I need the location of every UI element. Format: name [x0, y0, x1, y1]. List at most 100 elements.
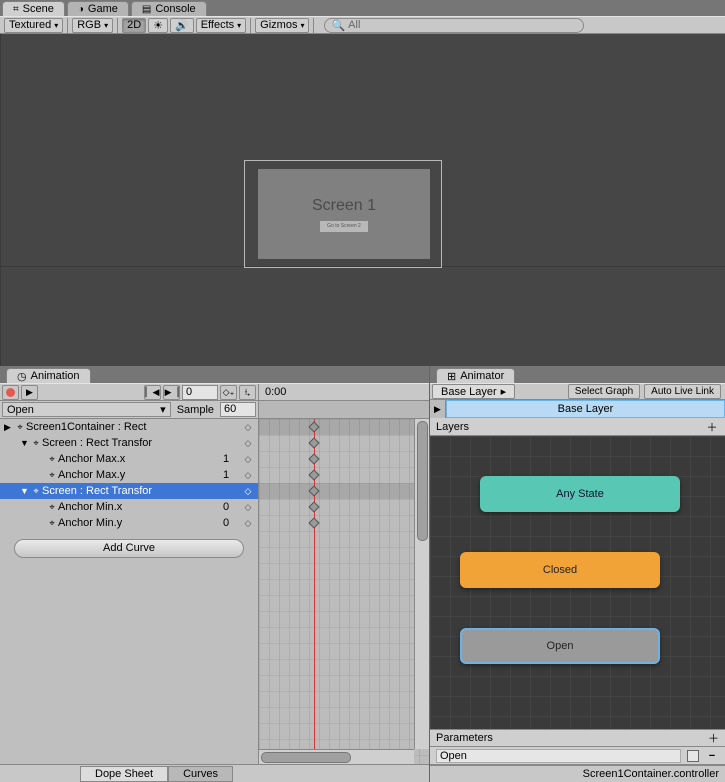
hierarchy-row[interactable]: ▶⌖Screen1Container : Rect ◇ — [0, 419, 258, 435]
tab-game[interactable]: ◑Game — [67, 1, 129, 16]
hierarchy-row[interactable]: ⌖Anchor Min.y0◇ — [0, 515, 258, 531]
tab-dopesheet[interactable]: Dope Sheet — [80, 766, 168, 782]
key-toggle[interactable]: ◇ — [238, 438, 258, 449]
transform-icon: ⌖ — [30, 486, 42, 497]
property-value: 1 — [214, 453, 238, 465]
state-open[interactable]: Open — [460, 628, 660, 664]
select-graph-button[interactable]: Select Graph — [568, 384, 640, 399]
search-placeholder: All — [348, 19, 360, 31]
transform-icon: ⌖ — [46, 470, 58, 481]
prev-key-button[interactable]: ▏◀ — [144, 385, 161, 400]
parameter-bool-checkbox[interactable] — [687, 750, 699, 762]
expand-toggle[interactable]: ▶ — [4, 422, 14, 433]
state-closed[interactable]: Closed — [460, 552, 660, 588]
toggle-audio[interactable]: 🔊 — [170, 18, 194, 33]
key-toggle[interactable]: ◇ — [238, 486, 258, 497]
key-toggle[interactable]: ◇ — [238, 502, 258, 513]
game-icon: ◑ — [78, 4, 84, 15]
scene-search[interactable]: 🔍All — [324, 18, 584, 33]
tab-animation[interactable]: ◷Animation — [6, 368, 91, 383]
rendermode-dropdown[interactable]: RGB — [72, 18, 113, 33]
dopesheet-grid — [259, 419, 429, 764]
expand-toggle[interactable]: ▼ — [20, 438, 30, 448]
tab-console[interactable]: ▤Console — [131, 1, 207, 16]
tab-curves[interactable]: Curves — [168, 766, 233, 782]
remove-parameter-button[interactable]: − — [705, 750, 719, 762]
separator — [250, 18, 251, 33]
key-toggle[interactable]: ◇ — [238, 518, 258, 529]
audio-icon: 🔊 — [175, 19, 189, 32]
record-button[interactable] — [2, 385, 19, 400]
add-curve-button[interactable]: Add Curve — [14, 539, 244, 558]
property-label: Screen1Container : Rect — [26, 421, 214, 433]
animation-tab-label: Animation — [31, 370, 80, 382]
scroll-thumb[interactable] — [261, 752, 351, 763]
hierarchy-row[interactable]: ⌖Anchor Min.x0◇ — [0, 499, 258, 515]
separator — [67, 18, 68, 33]
transform-icon: ⌖ — [46, 502, 58, 513]
clip-dropdown[interactable]: Open▾ — [2, 402, 171, 417]
add-keyframe-button[interactable]: ◇₊ — [220, 385, 237, 400]
frame-field[interactable]: 0 — [182, 385, 218, 400]
hierarchy-row[interactable]: ⌖Anchor Max.y1◇ — [0, 467, 258, 483]
animation-hierarchy[interactable]: ▶⌖Screen1Container : Rect◇▼⌖Screen : Rec… — [0, 419, 259, 764]
play-button[interactable]: ▶ — [21, 385, 38, 400]
scene-view[interactable]: Screen 1 Go to Screen 2 — [0, 34, 725, 366]
add-event-button[interactable]: ⍿₊ — [239, 385, 256, 400]
tab-scene[interactable]: ⌗Scene — [2, 1, 65, 16]
key-toggle[interactable]: ◇ — [238, 422, 258, 433]
key-toggle[interactable]: ◇ — [238, 454, 258, 465]
toggle-lighting[interactable]: ☀ — [148, 18, 168, 33]
dopesheet-row-shade — [259, 419, 429, 435]
animator-panel-tabs: ⊞Animator — [430, 366, 725, 383]
editor-tabstrip: ⌗Scene ◑Game ▤Console — [0, 0, 725, 16]
state-any[interactable]: Any State — [480, 476, 680, 512]
key-toggle[interactable]: ◇ — [238, 470, 258, 481]
gizmos-dropdown[interactable]: Gizmos — [255, 18, 309, 33]
add-parameter-button[interactable]: ＋ — [708, 730, 719, 746]
parameters-label: Parameters — [436, 732, 708, 744]
breadcrumb[interactable]: Base Layer▸ — [432, 384, 515, 399]
property-label: Anchor Min.x — [58, 501, 214, 513]
scene-ui-panel[interactable]: Screen 1 Go to Screen 2 — [258, 169, 430, 259]
property-value: 0 — [214, 501, 238, 513]
auto-live-link-toggle[interactable]: Auto Live Link — [644, 384, 721, 399]
layers-collapse-toggle[interactable]: ▶ — [430, 400, 446, 418]
animator-statusbar: Screen1Container.controller — [430, 765, 725, 782]
hierarchy-row[interactable]: ⌖Anchor Max.x1◇ — [0, 451, 258, 467]
layer-base[interactable]: Base Layer — [446, 400, 725, 418]
shading-dropdown[interactable]: Textured — [4, 18, 63, 33]
transform-icon: ⌖ — [30, 438, 42, 449]
animator-graph[interactable]: Any State Closed Open — [430, 436, 725, 729]
tab-animator[interactable]: ⊞Animator — [436, 368, 515, 383]
sample-field[interactable]: 60 — [220, 402, 256, 417]
add-layer-button[interactable]: ＋ — [705, 419, 719, 435]
property-value: 0 — [214, 517, 238, 529]
property-label: Anchor Min.y — [58, 517, 214, 529]
dopesheet-row-shade — [259, 483, 429, 499]
hierarchy-row[interactable]: ▼⌖Screen : Rect Transfor◇ — [0, 483, 258, 499]
expand-toggle[interactable]: ▼ — [20, 486, 30, 496]
controller-path: Screen1Container.controller — [583, 768, 719, 780]
record-icon — [6, 388, 15, 397]
animation-toolbar: ▶ ▏◀ ▶▕ 0 ◇₊ ⍿₊ 0:00 — [0, 383, 429, 401]
console-icon: ▤ — [142, 4, 151, 15]
toggle-2d[interactable]: 2D — [122, 18, 146, 33]
timeline-ruler[interactable]: 0:00 — [259, 384, 429, 400]
dopesheet-vscroll[interactable] — [414, 419, 429, 749]
chevron-down-icon: ▾ — [160, 403, 166, 416]
next-key-button[interactable]: ▶▕ — [163, 385, 180, 400]
layers-header: Layers ＋ — [430, 418, 725, 436]
parameter-row: Open − — [430, 747, 725, 765]
parameter-name-field[interactable]: Open — [436, 749, 681, 763]
scroll-thumb[interactable] — [417, 421, 428, 541]
transform-icon: ⌖ — [14, 422, 26, 433]
screen-title: Screen 1 — [312, 197, 376, 215]
time-label: 0:00 — [265, 386, 286, 398]
dopesheet[interactable] — [259, 419, 429, 764]
animation-body: ▶⌖Screen1Container : Rect◇▼⌖Screen : Rec… — [0, 419, 429, 764]
effects-dropdown[interactable]: Effects — [196, 18, 246, 33]
screen-goto-button[interactable]: Go to Screen 2 — [320, 221, 368, 232]
hierarchy-row[interactable]: ▼⌖Screen : Rect Transfor◇ — [0, 435, 258, 451]
dopesheet-hscroll[interactable] — [259, 749, 414, 764]
